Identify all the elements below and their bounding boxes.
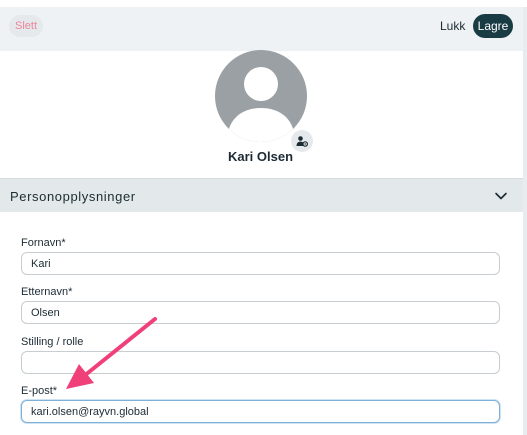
role-label: Stilling / rolle [21, 336, 84, 348]
scrollbar-track[interactable] [523, 7, 527, 435]
last-name-label: Etternavn* [21, 286, 73, 298]
profile-name: Kari Olsen [227, 149, 294, 164]
save-button[interactable]: Lagre [473, 14, 513, 38]
avatar[interactable] [215, 50, 307, 142]
user-silhouette-icon [227, 67, 295, 142]
email-label: E-post* [21, 385, 58, 397]
section-header-personal-info[interactable]: Personopplysninger [0, 178, 523, 212]
window-top-edge [0, 0, 527, 7]
role-field[interactable] [21, 351, 500, 374]
close-button[interactable]: Lukk [437, 15, 468, 37]
section-title: Personopplysninger [10, 189, 136, 204]
user-settings-icon [296, 136, 308, 147]
first-name-label: Fornavn* [21, 237, 66, 249]
first-name-field[interactable] [21, 252, 500, 275]
chevron-down-icon[interactable] [494, 189, 508, 203]
email-field[interactable] [21, 400, 500, 423]
delete-button[interactable]: Slett [9, 15, 43, 37]
last-name-field[interactable] [21, 301, 500, 324]
